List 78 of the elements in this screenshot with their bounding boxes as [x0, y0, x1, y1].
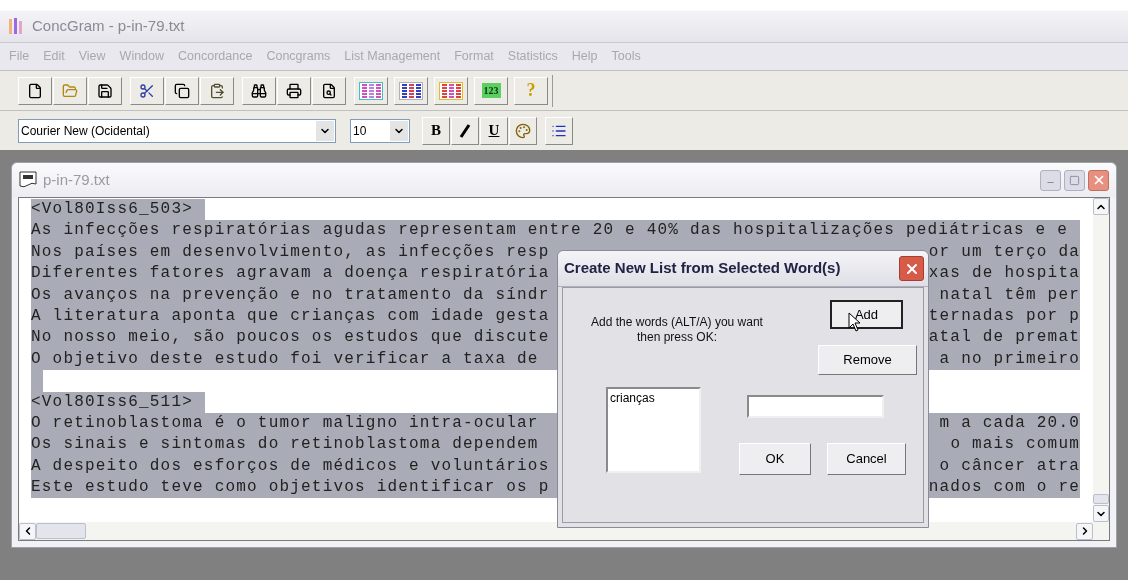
print-button[interactable]	[277, 76, 311, 105]
scroll-down-button[interactable]	[1093, 505, 1109, 522]
list-item[interactable]: crianças	[610, 389, 697, 407]
text-line: m a cada 20.0	[939, 412, 1080, 434]
grid-icon	[399, 81, 423, 100]
app-icon	[8, 17, 24, 35]
maximize-icon	[1069, 174, 1080, 186]
scroll-thumb[interactable]	[1093, 494, 1109, 504]
folder-icon	[62, 82, 78, 99]
text-line: O retinoblastoma é o tumor maligno intra-ocular	[31, 412, 539, 434]
printer-icon	[286, 82, 302, 99]
list-button[interactable]	[434, 76, 468, 105]
text-line: Os sinais e sintomas do retinoblastoma dependem	[31, 434, 539, 456]
bold-button[interactable]: B	[422, 116, 450, 145]
text-line: o câncer atra	[939, 455, 1080, 477]
copy-button[interactable]	[165, 76, 199, 105]
bullet-list-button[interactable]	[545, 116, 573, 145]
text-line: A literatura aponta que crianças com idade gesta	[31, 305, 550, 327]
text-line: xas de hospita	[928, 263, 1080, 285]
text-line: nados com o re	[928, 477, 1080, 499]
binoculars-icon	[251, 82, 267, 99]
text-line: a no primeiro	[939, 348, 1080, 370]
new-file-button[interactable]	[18, 76, 52, 105]
text-line: Nos países em desenvolvimento, as infecções resp	[31, 241, 550, 263]
cut-button[interactable]	[130, 76, 164, 105]
text-line: ternadas por p	[928, 305, 1080, 327]
copy-icon	[174, 82, 190, 99]
save-button[interactable]	[88, 76, 122, 105]
concgram-button[interactable]	[394, 76, 428, 105]
text-line: Diferentes fatores agravam a doença respiratória	[31, 263, 550, 285]
paste-button[interactable]	[200, 76, 234, 105]
word-input[interactable]	[747, 395, 884, 418]
text-line: Este estudo teve como objetivos identificar os p	[31, 477, 550, 499]
grid-icon	[439, 81, 463, 100]
maximize-button[interactable]	[1064, 169, 1085, 191]
size-dropdown[interactable]: 10	[350, 118, 410, 143]
text-line: As infecções respiratórias agudas representam entre 20 e 40% das hospitalizações pediátricas e e	[31, 220, 1068, 242]
text-line: No nosso meio, são poucos os estudos que discute	[31, 327, 550, 349]
remove-button[interactable]: Remove	[818, 345, 917, 375]
text-line: atal de premat	[928, 327, 1080, 349]
word-list[interactable]: crianças	[606, 387, 701, 473]
scissors-icon	[139, 82, 155, 99]
document-icon	[19, 171, 37, 189]
close-button[interactable]	[899, 256, 924, 281]
window-title: ConcGram - p-in-79.txt	[32, 15, 185, 36]
text-line: or um terço da	[928, 241, 1080, 263]
palette-icon	[515, 122, 531, 139]
add-button[interactable]: Add	[830, 300, 903, 329]
find-button[interactable]	[242, 76, 276, 105]
scroll-thumb[interactable]	[36, 523, 86, 539]
ok-button[interactable]: OK	[739, 443, 811, 475]
statistics-button[interactable]: 123	[474, 76, 508, 105]
prompt-text: Add the words (ALT/A) you want then press OK:	[591, 315, 763, 346]
magnifier-page-icon	[321, 82, 337, 99]
text-line: A despeito dos esforços de médicos e voluntários	[31, 455, 550, 477]
italic-icon	[459, 123, 471, 138]
concordance-button[interactable]	[354, 76, 388, 105]
cancel-button[interactable]: Cancel	[827, 443, 906, 475]
font-dropdown[interactable]: Courier New (Ocidental)	[18, 118, 336, 143]
dialog-title: Create New List from Selected Word(s)	[564, 258, 841, 279]
scroll-left-button[interactable]	[19, 522, 36, 540]
blank-page-icon	[27, 82, 43, 99]
document-title: p-in-79.txt	[43, 169, 110, 190]
vertical-scrollbar[interactable]	[1093, 198, 1109, 522]
close-button[interactable]	[1088, 169, 1109, 191]
help-button[interactable]: ?	[514, 76, 548, 105]
text-line: o mais comum	[950, 434, 1080, 456]
text-line: O objetivo deste estudo foi verificar a taxa de	[31, 348, 539, 370]
print-preview-button[interactable]	[312, 76, 346, 105]
grid-icon	[359, 81, 383, 100]
underline-button[interactable]: U	[480, 116, 508, 145]
clipboard-icon	[209, 82, 225, 99]
text-line: Os avanços na prevenção e no tratamento da síndr	[31, 284, 550, 306]
scroll-up-button[interactable]	[1093, 198, 1109, 215]
italic-button[interactable]	[451, 116, 479, 145]
color-button[interactable]	[509, 116, 537, 145]
text-line: natal têm per	[939, 284, 1080, 306]
scroll-right-button[interactable]	[1076, 522, 1093, 540]
